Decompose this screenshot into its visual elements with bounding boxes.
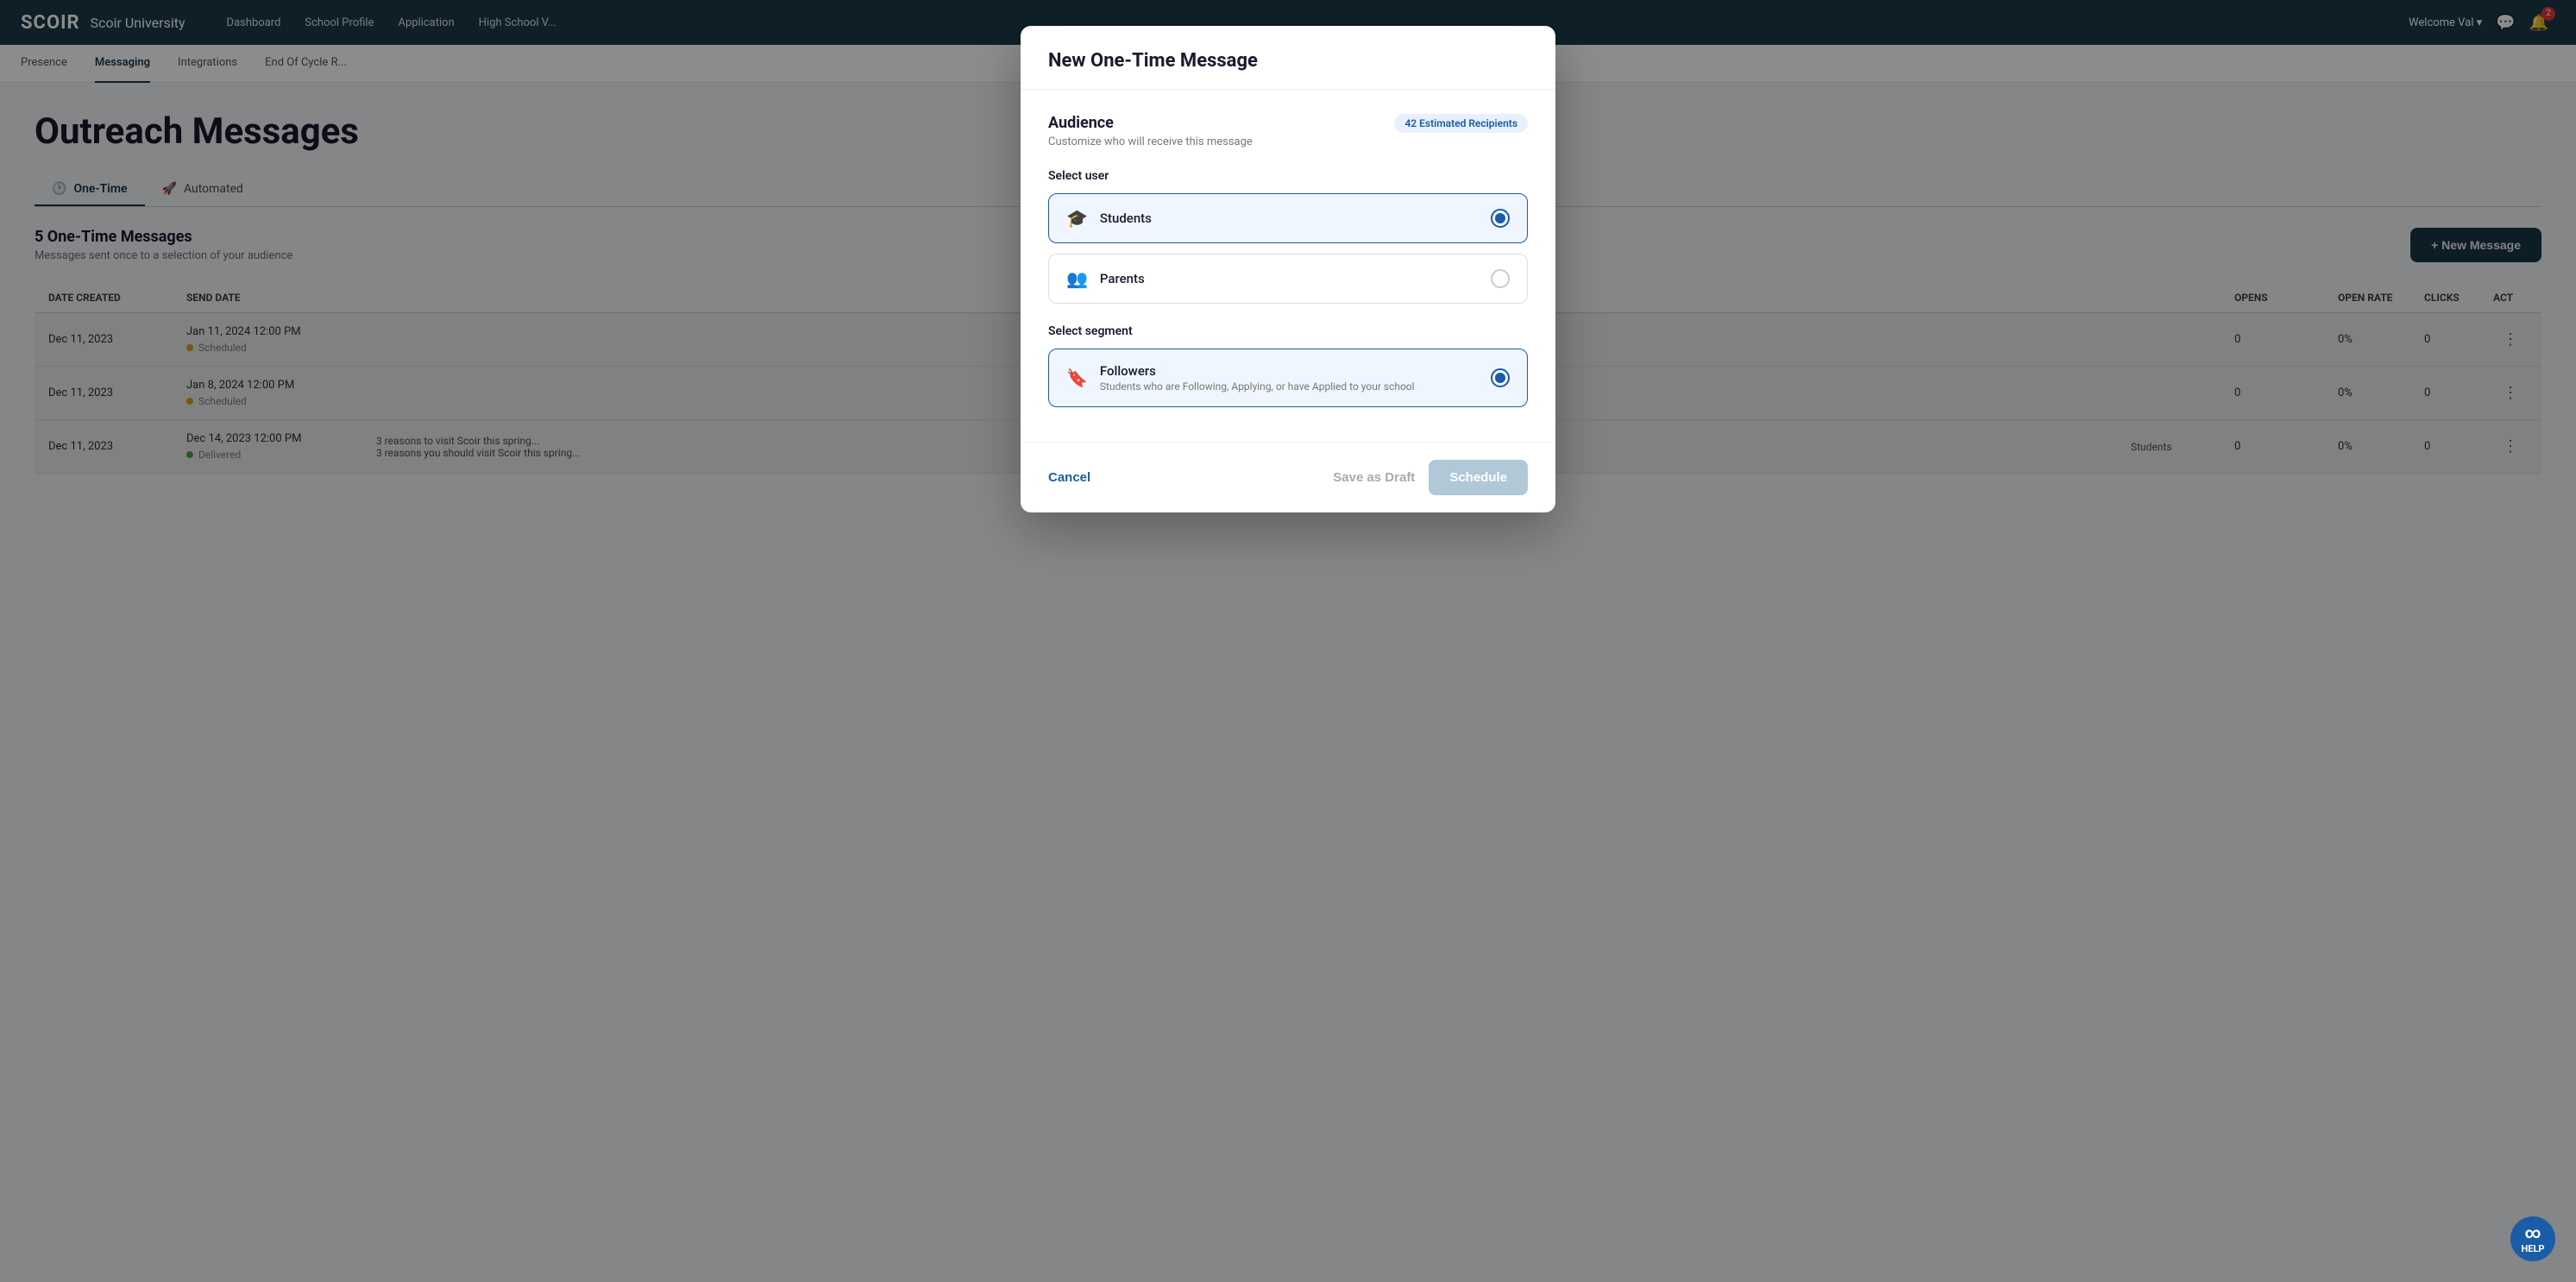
parents-label: Parents: [1100, 271, 1145, 286]
modal-header: New One-Time Message: [1021, 26, 1555, 90]
students-label: Students: [1100, 211, 1152, 226]
modal-footer: Cancel Save as Draft Schedule: [1021, 442, 1555, 512]
help-label: HELP: [2522, 1243, 2545, 1254]
help-button[interactable]: ∞ HELP: [2510, 1216, 2555, 1261]
followers-radio: [1491, 368, 1510, 387]
followers-option-left: 🔖 Followers Students who are Following, …: [1066, 363, 1415, 393]
schedule-button[interactable]: Schedule: [1429, 460, 1528, 495]
modal-title: New One-Time Message: [1048, 50, 1528, 72]
select-segment-container: Select segment 🔖 Followers Students who …: [1048, 324, 1528, 407]
audience-header: Audience Customize who will receive this…: [1048, 114, 1528, 148]
select-segment-label: Select segment: [1048, 324, 1528, 338]
save-draft-button[interactable]: Save as Draft: [1333, 470, 1415, 485]
parents-option[interactable]: 👥 Parents: [1048, 254, 1528, 304]
parents-radio: [1491, 269, 1510, 288]
audience-title: Audience: [1048, 114, 1253, 132]
followers-radio-inner: [1495, 373, 1505, 383]
modal: New One-Time Message Audience Customize …: [1021, 26, 1555, 512]
audience-info: Audience Customize who will receive this…: [1048, 114, 1253, 148]
parents-icon: 👥: [1066, 268, 1088, 289]
recipients-badge: 42 Estimated Recipients: [1394, 114, 1528, 133]
modal-body: Audience Customize who will receive this…: [1021, 90, 1555, 442]
followers-sublabel: Students who are Following, Applying, or…: [1100, 380, 1415, 393]
audience-subtitle: Customize who will receive this message: [1048, 135, 1253, 148]
followers-icon: 🔖: [1066, 368, 1088, 388]
students-radio-inner: [1495, 213, 1505, 223]
students-icon: 🎓: [1066, 208, 1088, 229]
select-user-container: Select user 🎓 Students: [1048, 169, 1528, 304]
parents-option-left: 👥 Parents: [1066, 268, 1145, 289]
followers-text: Followers Students who are Following, Ap…: [1100, 363, 1415, 393]
followers-label: Followers: [1100, 363, 1415, 379]
cancel-button[interactable]: Cancel: [1048, 470, 1090, 485]
audience-section: Audience Customize who will receive this…: [1021, 90, 1555, 442]
students-option-left: 🎓 Students: [1066, 208, 1152, 229]
select-user-label: Select user: [1048, 169, 1528, 183]
students-option[interactable]: 🎓 Students: [1048, 193, 1528, 243]
footer-right: Save as Draft Schedule: [1333, 460, 1528, 495]
modal-overlay: New One-Time Message Audience Customize …: [0, 0, 2576, 1282]
followers-option[interactable]: 🔖 Followers Students who are Following, …: [1048, 349, 1528, 407]
students-radio: [1491, 209, 1510, 228]
help-symbol: ∞: [2525, 1224, 2541, 1242]
